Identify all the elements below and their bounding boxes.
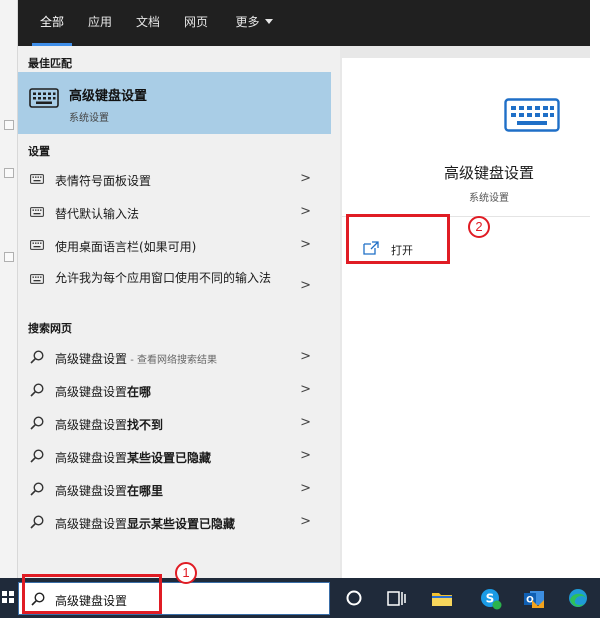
- settings-item-override-input[interactable]: 替代默认输入法 >: [18, 199, 331, 225]
- outlook-icon[interactable]: O: [520, 584, 548, 612]
- tab-web[interactable]: 网页: [176, 0, 216, 46]
- preview-subtitle: 系统设置: [469, 193, 509, 204]
- tab-web-label: 网页: [183, 15, 208, 29]
- tab-apps[interactable]: 应用: [80, 0, 120, 46]
- keyboard-large-icon: [504, 98, 560, 132]
- settings-item-label: 允许我为每个应用窗口使用不同的输入法: [55, 271, 272, 285]
- chevron-right-icon: >: [300, 349, 311, 364]
- chevron-right-icon: >: [300, 204, 311, 219]
- search-icon: [30, 482, 44, 496]
- desktop-marker: [4, 120, 14, 130]
- keyboard-small-icon: [30, 274, 44, 284]
- annotation-number-two: 2: [468, 216, 490, 238]
- tab-documents[interactable]: 文档: [128, 0, 168, 46]
- search-icon: [30, 350, 44, 364]
- best-match-subtitle: 系统设置: [69, 113, 109, 124]
- chevron-right-icon: >: [300, 237, 311, 252]
- web-item-query: 高级键盘设置: [55, 352, 128, 366]
- search-icon: [30, 416, 44, 430]
- keyboard-small-icon: [30, 174, 44, 184]
- chevron-right-icon: >: [300, 481, 311, 496]
- section-settings: 设置: [28, 145, 50, 158]
- chevron-right-icon: >: [300, 382, 311, 397]
- web-item[interactable]: 高级键盘设置在哪里 >: [18, 476, 331, 502]
- web-item-note: - 查看网络搜索结果: [127, 355, 217, 366]
- search-icon: [30, 449, 44, 463]
- desktop-marker: [4, 168, 14, 178]
- caret-down-icon: [264, 19, 273, 24]
- edge-browser-icon[interactable]: [564, 584, 592, 612]
- tab-more[interactable]: 更多: [224, 0, 284, 46]
- chevron-right-icon: >: [300, 278, 311, 293]
- search-results-list: 最佳匹配 高级键盘设置 系统设置 设置 表情符号面板设置 > 替代默认输入法 >…: [18, 46, 340, 578]
- keyboard-icon: [29, 88, 59, 108]
- web-item-suffix: 在哪: [127, 385, 152, 399]
- tab-apps-label: 应用: [87, 15, 112, 29]
- section-web-search: 搜索网页: [28, 322, 72, 335]
- file-explorer-icon[interactable]: [428, 584, 456, 612]
- settings-item-label: 表情符号面板设置: [55, 174, 152, 188]
- annotation-number-one: 1: [175, 562, 197, 584]
- preview-title: 高级键盘设置: [443, 164, 534, 182]
- web-item-query: 高级键盘设置: [55, 451, 128, 465]
- windows-logo-icon: [2, 591, 7, 596]
- start-button[interactable]: [0, 578, 18, 618]
- settings-item-emoji-panel[interactable]: 表情符号面板设置 >: [18, 166, 331, 192]
- search-scope-tabs: 全部 应用 文档 网页 更多: [18, 0, 590, 46]
- desktop-marker: [4, 252, 14, 262]
- task-view-icon[interactable]: [382, 584, 410, 612]
- web-item-query: 高级键盘设置: [55, 385, 128, 399]
- chevron-right-icon: >: [300, 415, 311, 430]
- settings-item-per-app-input[interactable]: 允许我为每个应用窗口使用不同的输入法 >: [18, 266, 331, 308]
- desktop-background-right: [590, 0, 600, 578]
- result-preview-pane: 高级键盘设置 系统设置 打开: [340, 46, 590, 578]
- tab-all-label: 全部: [39, 15, 64, 29]
- windows-logo-icon: [2, 598, 7, 603]
- best-match-title: 高级键盘设置: [69, 89, 148, 104]
- skype-icon[interactable]: S: [476, 584, 504, 612]
- preview-card: 高级键盘设置 系统设置 打开: [342, 58, 590, 578]
- annotation-highlight-open: [346, 214, 450, 264]
- web-item[interactable]: 高级键盘设置 - 查看网络搜索结果 >: [18, 344, 331, 370]
- windows-logo-icon: [9, 591, 14, 596]
- chevron-right-icon: >: [300, 171, 311, 186]
- web-item-suffix: 找不到: [127, 418, 164, 432]
- settings-item-label: 使用桌面语言栏(如果可用): [55, 240, 197, 254]
- section-best-match: 最佳匹配: [28, 57, 72, 70]
- keyboard-small-icon: [30, 240, 44, 250]
- keyboard-small-icon: [30, 207, 44, 217]
- web-item[interactable]: 高级键盘设置找不到 >: [18, 410, 331, 436]
- tab-all[interactable]: 全部: [32, 0, 72, 46]
- web-item[interactable]: 高级键盘设置显示某些设置已隐藏 >: [18, 509, 331, 535]
- settings-item-language-bar[interactable]: 使用桌面语言栏(如果可用) >: [18, 232, 331, 258]
- desktop-background-left: [0, 0, 18, 578]
- search-icon: [30, 515, 44, 529]
- web-item-suffix: 某些设置已隐藏: [127, 451, 212, 465]
- best-match-result[interactable]: 高级键盘设置 系统设置: [18, 72, 331, 134]
- web-item-query: 高级键盘设置: [55, 484, 128, 498]
- web-item[interactable]: 高级键盘设置在哪 >: [18, 377, 331, 403]
- cortana-icon[interactable]: [340, 584, 368, 612]
- annotation-highlight-search: [22, 574, 162, 614]
- web-item-suffix: 显示某些设置已隐藏: [127, 517, 236, 531]
- tab-documents-label: 文档: [135, 15, 160, 29]
- web-item-query: 高级键盘设置: [55, 418, 128, 432]
- chevron-right-icon: >: [300, 514, 311, 529]
- web-item-suffix: 在哪里: [127, 484, 164, 498]
- web-item[interactable]: 高级键盘设置某些设置已隐藏 >: [18, 443, 331, 469]
- search-icon: [30, 383, 44, 397]
- settings-item-label: 替代默认输入法: [55, 207, 140, 221]
- tab-more-label: 更多: [235, 15, 260, 29]
- windows-logo-icon: [9, 598, 14, 603]
- web-item-query: 高级键盘设置: [55, 517, 128, 531]
- chevron-right-icon: >: [300, 448, 311, 463]
